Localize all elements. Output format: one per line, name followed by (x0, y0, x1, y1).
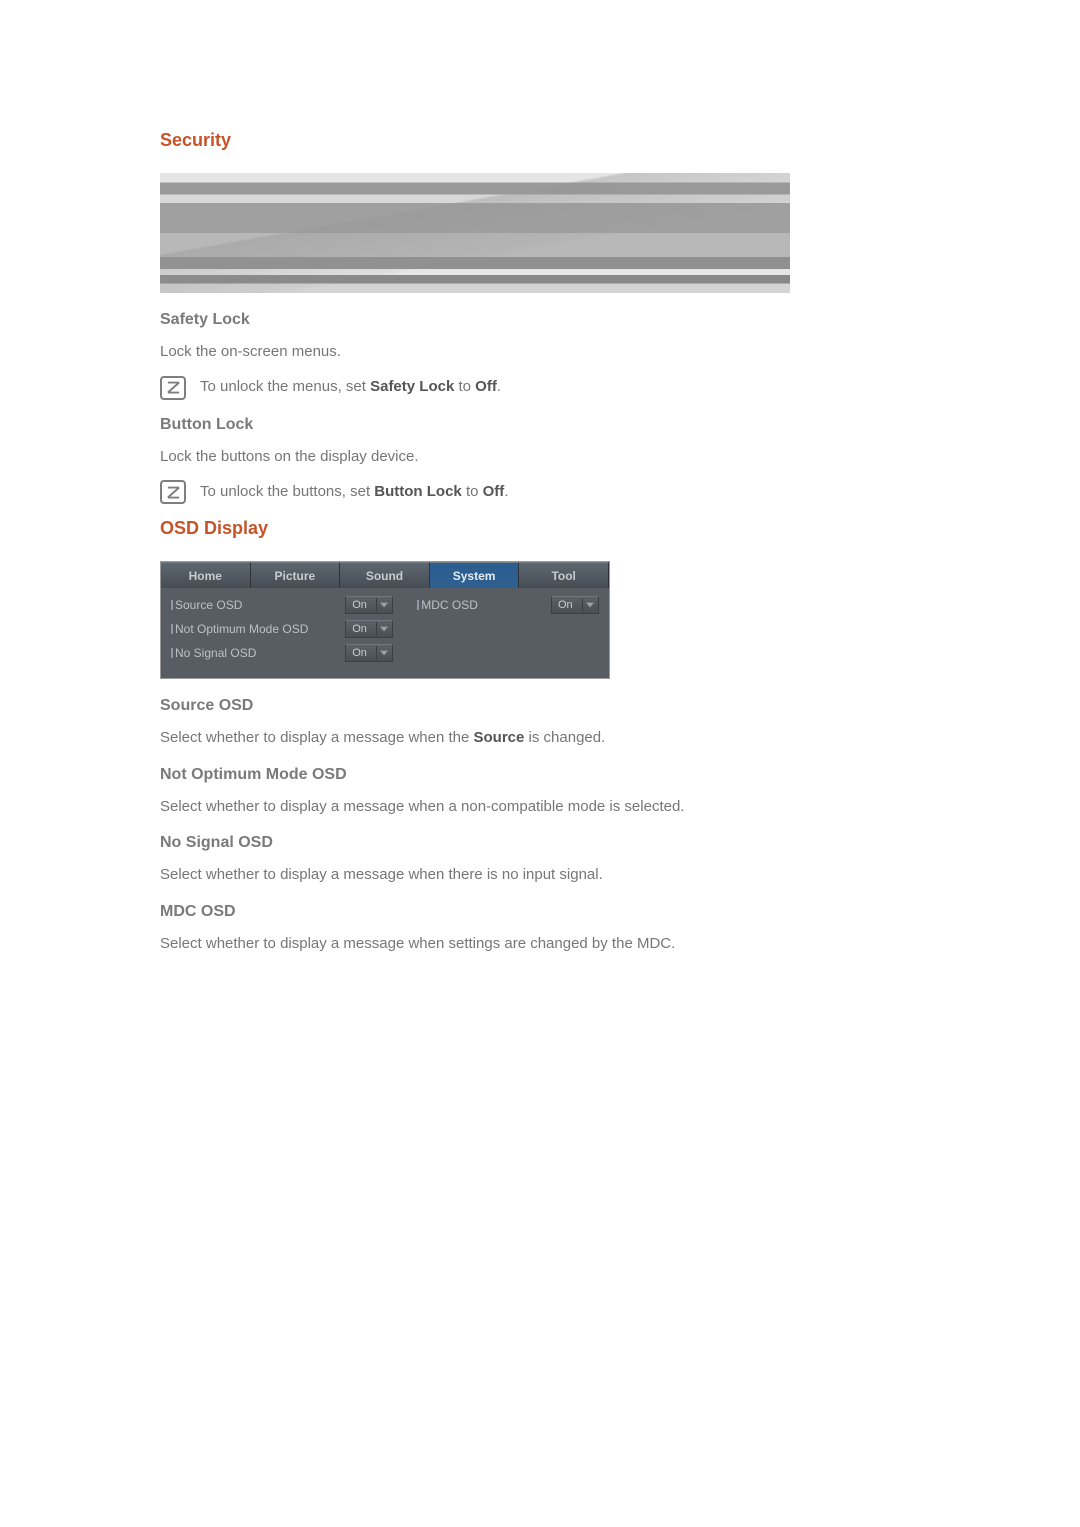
tab-picture[interactable]: Picture (251, 562, 341, 588)
row-source-osd: Source OSD On (171, 596, 393, 614)
mdc-osd-desc: Select whether to display a message when… (160, 933, 930, 956)
text: to (462, 483, 483, 500)
select-value: On (352, 623, 367, 635)
label-mdc-osd: MDC OSD (417, 598, 543, 612)
safety-lock-note: To unlock the menus, set Safety Lock to … (160, 376, 930, 400)
text: To unlock the menus, set (200, 378, 370, 395)
select-not-optimum[interactable]: On (345, 620, 393, 638)
text-bold: Safety Lock (370, 378, 454, 395)
tab-tool[interactable]: Tool (519, 562, 609, 588)
label-no-signal: No Signal OSD (171, 646, 337, 660)
osd-panel: Home Picture Sound System Tool Source OS… (160, 561, 610, 679)
select-value: On (352, 647, 367, 659)
button-lock-desc: Lock the buttons on the display device. (160, 446, 930, 469)
chevron-down-icon (376, 598, 388, 612)
note-icon (160, 480, 186, 504)
label-source-osd: Source OSD (171, 598, 337, 612)
safety-lock-title: Safety Lock (160, 311, 930, 329)
text: . (504, 483, 508, 500)
chevron-down-icon (376, 622, 388, 636)
no-signal-title: No Signal OSD (160, 834, 930, 852)
document-page: Security Safety Lock Lock the on-screen … (0, 0, 1080, 955)
chevron-down-icon (376, 646, 388, 660)
chevron-down-icon (582, 598, 594, 612)
tab-system[interactable]: System (430, 562, 520, 588)
text: Select whether to display a message when… (160, 729, 474, 746)
text-bold: Off (483, 483, 505, 500)
osd-col-right: MDC OSD On (417, 596, 599, 668)
not-optimum-desc: Select whether to display a message when… (160, 796, 930, 819)
osd-body: Source OSD On Not Optimum Mode OSD On No… (161, 588, 609, 678)
text: To unlock the buttons, set (200, 483, 374, 500)
mdc-osd-title: MDC OSD (160, 903, 930, 921)
text: . (497, 378, 501, 395)
label-not-optimum: Not Optimum Mode OSD (171, 622, 337, 636)
osd-display-heading: OSD Display (160, 518, 930, 539)
osd-tabs: Home Picture Sound System Tool (161, 562, 609, 588)
security-screenshot-placeholder (160, 173, 790, 293)
button-lock-note: To unlock the buttons, set Button Lock t… (160, 480, 930, 504)
select-value: On (352, 599, 367, 611)
text-bold: Source (474, 729, 525, 746)
safety-lock-desc: Lock the on-screen menus. (160, 341, 930, 364)
osd-col-left: Source OSD On Not Optimum Mode OSD On No… (171, 596, 393, 668)
button-lock-title: Button Lock (160, 416, 930, 434)
source-osd-title: Source OSD (160, 697, 930, 715)
select-source-osd[interactable]: On (345, 596, 393, 614)
select-value: On (558, 599, 573, 611)
text-bold: Off (475, 378, 497, 395)
no-signal-desc: Select whether to display a message when… (160, 864, 930, 887)
row-mdc-osd: MDC OSD On (417, 596, 599, 614)
note-icon (160, 376, 186, 400)
text: to (454, 378, 475, 395)
source-osd-desc: Select whether to display a message when… (160, 727, 930, 750)
safety-lock-note-text: To unlock the menus, set Safety Lock to … (200, 376, 501, 399)
text-bold: Button Lock (374, 483, 462, 500)
button-lock-note-text: To unlock the buttons, set Button Lock t… (200, 481, 508, 504)
row-not-optimum: Not Optimum Mode OSD On (171, 620, 393, 638)
select-mdc-osd[interactable]: On (551, 596, 599, 614)
tab-home[interactable]: Home (161, 562, 251, 588)
select-no-signal[interactable]: On (345, 644, 393, 662)
security-heading: Security (160, 130, 930, 151)
text: is changed. (524, 729, 605, 746)
row-no-signal: No Signal OSD On (171, 644, 393, 662)
tab-sound[interactable]: Sound (340, 562, 430, 588)
not-optimum-title: Not Optimum Mode OSD (160, 766, 930, 784)
